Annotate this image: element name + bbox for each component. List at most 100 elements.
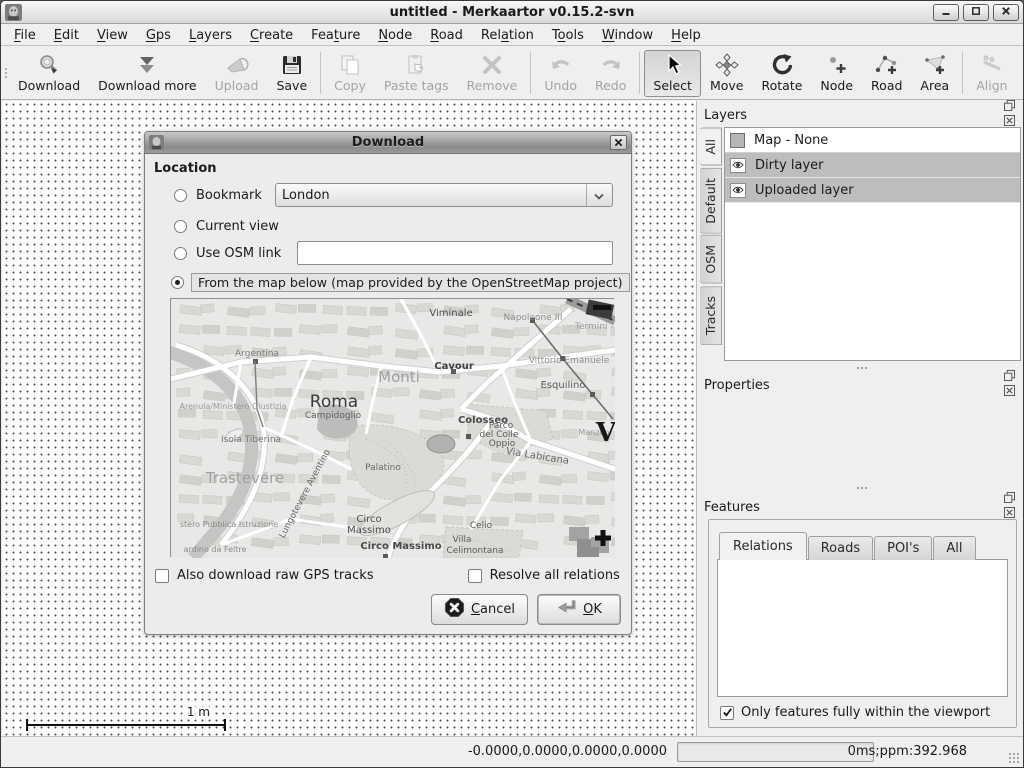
map-label: Celio	[470, 521, 493, 531]
menu-item-create[interactable]: Create	[241, 26, 302, 45]
layers-float-button[interactable]	[1002, 100, 1017, 115]
cancel-label: Cancel	[471, 602, 515, 617]
close-icon	[614, 138, 623, 147]
layer-row-map-none[interactable]: Map - None	[725, 128, 1020, 153]
win-min-icon	[941, 5, 951, 20]
layers-tab-osm[interactable]: OSM	[700, 235, 722, 284]
cancel-button[interactable]: Cancel	[431, 594, 528, 625]
menu-item-feature[interactable]: Feature	[302, 26, 369, 45]
align-button[interactable]: Align	[967, 50, 1016, 97]
features-tab-all[interactable]: All	[933, 536, 975, 560]
menu-item-file[interactable]: File	[5, 26, 45, 45]
toolbar-drag-handle[interactable]	[5, 54, 7, 92]
features-panel: RelationsRoadsPOI'sAll Only features ful…	[708, 519, 1017, 728]
map-label: Celimontana	[446, 546, 503, 556]
splitter-handle[interactable]	[698, 363, 1024, 373]
toolbar-separator	[962, 52, 963, 94]
dialog-close-button[interactable]	[610, 135, 627, 150]
layers-tab-tracks[interactable]: Tracks	[700, 286, 722, 345]
menu-item-layers[interactable]: Layers	[180, 26, 241, 45]
select-label: Select	[653, 78, 692, 93]
menu-item-view[interactable]: View	[88, 26, 137, 45]
layers-panel-header: Layers	[698, 103, 1024, 127]
node-icon	[825, 53, 849, 77]
menu-item-tools[interactable]: Tools	[543, 26, 593, 45]
resolve-all-relations-checkbox[interactable]	[468, 569, 482, 583]
menu-item-node[interactable]: Node	[369, 26, 421, 45]
menu-item-window[interactable]: Window	[593, 26, 662, 45]
copy-button[interactable]: Copy	[325, 50, 375, 97]
road-label: Road	[871, 78, 902, 93]
properties-float-button[interactable]	[1002, 370, 1017, 385]
save-button[interactable]: Save	[267, 50, 316, 97]
layers-tab-default[interactable]: Default	[700, 168, 722, 234]
menu-item-relation[interactable]: Relation	[472, 26, 543, 45]
undo-button[interactable]: Undo	[535, 50, 586, 97]
remove-button[interactable]: Remove	[458, 50, 527, 97]
download-dialog: Download Location Bookmark London Curren…	[144, 131, 632, 635]
map-label: Cavour	[434, 361, 474, 372]
move-button[interactable]: Move	[701, 50, 753, 97]
features-tab-poi-s[interactable]: POI's	[874, 536, 932, 560]
features-list[interactable]	[717, 559, 1008, 697]
chevron-down-icon	[586, 184, 606, 206]
road-button[interactable]: Road	[862, 50, 911, 97]
remove-icon	[480, 53, 504, 77]
features-tab-relations[interactable]: Relations	[719, 532, 807, 560]
redo-button[interactable]: Redo	[586, 50, 635, 97]
download-dialog-titlebar[interactable]: Download	[145, 132, 631, 154]
area-label: Area	[920, 78, 949, 93]
area-button[interactable]: Area	[911, 50, 958, 97]
float-icon	[1004, 370, 1015, 385]
menu-item-edit[interactable]: Edit	[45, 26, 88, 45]
features-float-button[interactable]	[1002, 492, 1017, 507]
layer-row-uploaded-layer[interactable]: Uploaded layer	[725, 178, 1020, 203]
bookmark-combo[interactable]: London	[275, 183, 613, 207]
dialog-checkboxes: Also download raw GPS tracksResolve all …	[155, 568, 621, 583]
layers-tab-all[interactable]: All	[700, 128, 722, 166]
menu-item-help[interactable]: Help	[662, 26, 710, 45]
layers-panel-title: Layers	[704, 108, 997, 123]
layer-label: Dirty layer	[755, 158, 824, 173]
download-button[interactable]: Download	[9, 50, 89, 97]
splitter-handle[interactable]	[698, 483, 1024, 493]
features-tab-roads[interactable]: Roads	[808, 536, 873, 560]
node-button[interactable]: Node	[811, 50, 862, 97]
upload-button[interactable]: Upload	[206, 50, 268, 97]
zoom-readout: 0ms;ppm:392.968	[848, 744, 967, 759]
paste-tags-button[interactable]: Paste tags	[375, 50, 458, 97]
from-map-radio[interactable]	[171, 276, 184, 289]
undo-label: Undo	[544, 78, 577, 93]
visibility-eye-icon[interactable]	[730, 183, 746, 198]
download-label: Download	[18, 78, 80, 93]
osm-link-radio[interactable]	[174, 247, 187, 260]
current-view-radio[interactable]	[174, 220, 187, 233]
area-icon	[923, 53, 947, 77]
visibility-eye-icon[interactable]	[730, 158, 746, 173]
close-button[interactable]	[993, 4, 1019, 21]
download-more-label: Download more	[98, 78, 197, 93]
menu-item-road[interactable]: Road	[421, 26, 472, 45]
ok-button[interactable]: OK	[537, 594, 621, 625]
ok-label: OK	[583, 602, 602, 617]
window-controls	[933, 4, 1019, 21]
menu-item-gps[interactable]: Gps	[137, 26, 180, 45]
layer-thumbnail-icon[interactable]	[730, 133, 745, 148]
also-download-raw-gps-tracks-checkbox[interactable]	[155, 569, 169, 583]
download-more-button[interactable]: Download more	[89, 50, 206, 97]
detach-button[interactable]: Detach	[1017, 50, 1024, 97]
properties-close-button[interactable]	[1002, 385, 1017, 400]
toolbar-separator	[639, 52, 640, 94]
resize-grip[interactable]	[1008, 752, 1020, 764]
align-label: Align	[976, 78, 1007, 93]
download-area-map[interactable]: ViminaleNapoleone IIITermini - LaArgenti…	[170, 298, 614, 557]
select-button[interactable]: Select	[644, 50, 701, 97]
layer-row-dirty-layer[interactable]: Dirty layer	[725, 153, 1020, 178]
rotate-button[interactable]: Rotate	[752, 50, 811, 97]
bookmark-radio[interactable]	[174, 189, 187, 202]
redo-icon	[599, 53, 623, 77]
viewport-only-checkbox[interactable]	[720, 706, 734, 720]
osm-link-input[interactable]	[297, 241, 613, 265]
minimize-button[interactable]	[933, 4, 959, 21]
maximize-button[interactable]	[963, 4, 989, 21]
